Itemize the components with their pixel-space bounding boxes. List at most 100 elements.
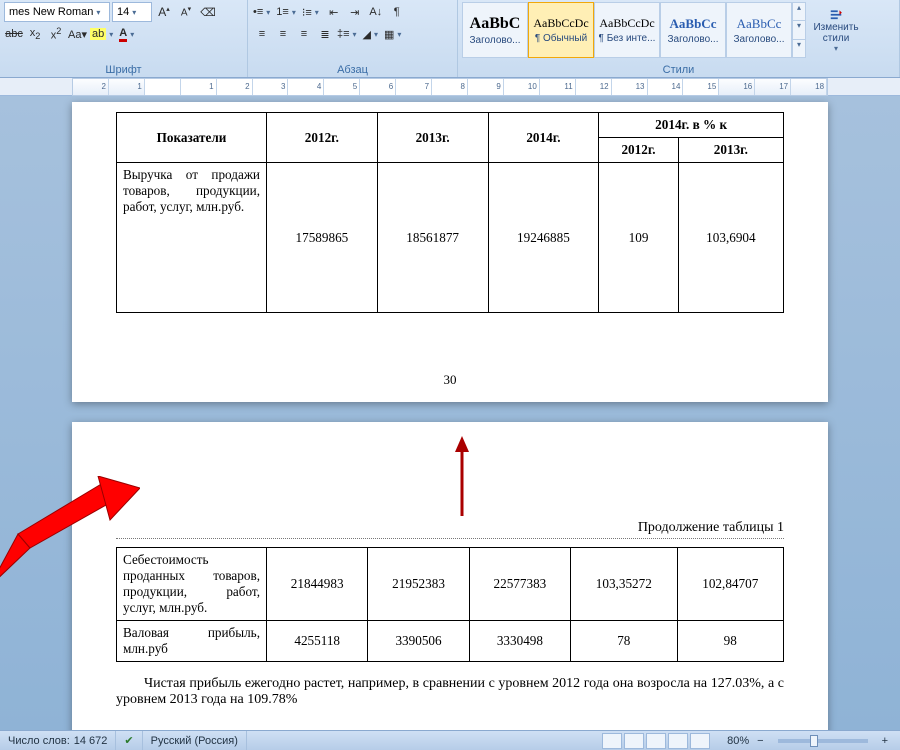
line-spacing-button[interactable]: ‡≡▾: [336, 24, 361, 44]
style-heading3[interactable]: AaBbCc Заголово...: [726, 2, 792, 58]
ruler-mark: 2: [73, 79, 109, 95]
grow-font-button[interactable]: A▴: [154, 2, 174, 22]
cell: 103,6904: [678, 163, 783, 313]
shrink-font-button[interactable]: A▾: [176, 2, 196, 22]
col-header: 2013г.: [377, 113, 488, 163]
subscript-button[interactable]: x2: [25, 24, 45, 44]
col-header: 2013г.: [678, 138, 783, 163]
decrease-indent-button[interactable]: ⇤: [324, 2, 344, 22]
change-styles-icon: [829, 8, 843, 22]
sort-button[interactable]: A↓: [366, 2, 386, 22]
table-row[interactable]: Валовая прибыль, млн.руб 4255118 3390506…: [117, 621, 784, 662]
zoom-thumb[interactable]: [810, 735, 818, 747]
justify-icon: ≣: [320, 28, 329, 41]
cell: 98: [677, 621, 783, 662]
cell: 3330498: [469, 621, 570, 662]
spellcheck-button[interactable]: ✔: [116, 731, 142, 750]
style-no-spacing[interactable]: AaBbCcDc ¶ Без инте...: [594, 2, 660, 58]
align-right-button[interactable]: ≡: [294, 24, 314, 44]
clear-formatting-button[interactable]: ⌫: [198, 2, 218, 22]
grow-font-icon: A▴: [158, 5, 170, 19]
col-header: 2012г.: [267, 113, 378, 163]
view-draft[interactable]: [690, 733, 710, 749]
align-left-icon: ≡: [259, 28, 265, 40]
line-spacing-icon: ‡≡: [337, 28, 350, 40]
cell: 102,84707: [677, 548, 783, 621]
show-marks-button[interactable]: ¶: [387, 2, 407, 22]
borders-button[interactable]: ▦▾: [383, 24, 405, 44]
styles-scroll[interactable]: ▴ ▾ ▾: [792, 2, 806, 58]
strikethrough-icon: abc: [5, 28, 23, 40]
word-count[interactable]: Число слов: 14 672: [0, 731, 116, 750]
style-preview: AaBbCc: [670, 16, 717, 32]
justify-button[interactable]: ≣: [315, 24, 335, 44]
table-row[interactable]: Выручка от продажи товаров, продукции, р…: [117, 163, 784, 313]
body-paragraph: Чистая прибыль ежегодно растет, например…: [116, 676, 784, 708]
font-color-button[interactable]: A▾: [118, 24, 138, 44]
more-icon: ▾: [793, 39, 805, 57]
page-2[interactable]: Продолжение таблицы 1 Себестоимость прод…: [72, 422, 828, 730]
style-heading1[interactable]: AaBbC Заголово...: [462, 2, 528, 58]
view-web-layout[interactable]: [646, 733, 666, 749]
word-count-value: 14 672: [74, 735, 108, 747]
document-area[interactable]: Показатели 2012г. 2013г. 2014г. 2014г. в…: [0, 96, 900, 730]
highlight-button[interactable]: ab▾: [89, 24, 117, 44]
numbering-icon: 1≡: [276, 6, 289, 18]
view-print-layout[interactable]: [602, 733, 622, 749]
pilcrow-icon: ¶: [394, 6, 400, 18]
ruler-mark: [145, 79, 181, 95]
zoom-slider[interactable]: [778, 739, 868, 743]
view-full-screen[interactable]: [624, 733, 644, 749]
increase-indent-button[interactable]: ⇥: [345, 2, 365, 22]
ruler-mark: 16: [719, 79, 755, 95]
row-label: Себестоимость проданных товаров, продукц…: [117, 548, 267, 621]
font-size-combo[interactable]: 14 ▾: [112, 2, 152, 22]
dropdown-icon: ▾: [127, 30, 137, 39]
zoom-in-button[interactable]: +: [878, 735, 892, 747]
styles-gallery: AaBbC Заголово... AaBbCcDc ¶ Обычный AaB…: [462, 2, 895, 58]
ruler-mark: 11: [540, 79, 576, 95]
chevron-up-icon: ▴: [793, 3, 805, 20]
zoom-value[interactable]: 80%: [727, 735, 749, 747]
numbering-button[interactable]: 1≡▾: [275, 2, 300, 22]
dropdown-icon: ▾: [129, 8, 139, 17]
language-status[interactable]: Русский (Россия): [143, 731, 247, 750]
align-center-button[interactable]: ≡: [273, 24, 293, 44]
style-preview: AaBbCcDc: [599, 16, 654, 31]
horizontal-ruler[interactable]: 2 1 1 2 3 4 5 6 7 8 9 10 11 12 13 14 15 …: [72, 78, 828, 96]
strikethrough-button[interactable]: abc: [4, 24, 24, 44]
cell: 18561877: [377, 163, 488, 313]
table-row[interactable]: Себестоимость проданных товаров, продукц…: [117, 548, 784, 621]
row-label: Валовая прибыль, млн.руб: [117, 621, 267, 662]
zoom-out-button[interactable]: −: [753, 735, 767, 747]
ribbon: mes New Roman ▾ 14 ▾ A▴ A▾ ⌫ abc x2 x2 A…: [0, 0, 900, 78]
dotted-guide: [116, 538, 784, 539]
view-outline[interactable]: [668, 733, 688, 749]
change-case-button[interactable]: Aa▾: [67, 24, 88, 44]
ruler-mark: 14: [648, 79, 684, 95]
highlight-icon: ab: [90, 28, 106, 40]
view-switcher: [593, 731, 719, 750]
style-caption: ¶ Обычный: [535, 33, 587, 44]
cell: 103,35272: [571, 548, 677, 621]
superscript-button[interactable]: x2: [46, 24, 66, 44]
status-bar: Число слов: 14 672 ✔ Русский (Россия) 80…: [0, 730, 900, 750]
table-header-row: Показатели 2012г. 2013г. 2014г. 2014г. в…: [117, 113, 784, 138]
data-table-1[interactable]: Показатели 2012г. 2013г. 2014г. 2014г. в…: [116, 112, 784, 313]
align-left-button[interactable]: ≡: [252, 24, 272, 44]
ruler-mark: 12: [576, 79, 612, 95]
font-group: mes New Roman ▾ 14 ▾ A▴ A▾ ⌫ abc x2 x2 A…: [0, 0, 248, 77]
language-label: Русский (Россия): [151, 735, 238, 747]
ruler-mark: 6: [360, 79, 396, 95]
bullets-button[interactable]: •≡▾: [252, 2, 274, 22]
change-styles-button[interactable]: Изменить стили ▾: [806, 2, 866, 58]
ruler-mark: 3: [253, 79, 289, 95]
style-heading2[interactable]: AaBbCc Заголово...: [660, 2, 726, 58]
multilevel-button[interactable]: ⁝≡▾: [301, 2, 323, 22]
font-name-combo[interactable]: mes New Roman ▾: [4, 2, 110, 22]
cell: 78: [571, 621, 677, 662]
data-table-2[interactable]: Себестоимость проданных товаров, продукц…: [116, 547, 784, 662]
style-normal[interactable]: AaBbCcDc ¶ Обычный: [528, 2, 594, 58]
shading-button[interactable]: ◢▾: [362, 24, 382, 44]
page-1[interactable]: Показатели 2012г. 2013г. 2014г. 2014г. в…: [72, 102, 828, 402]
